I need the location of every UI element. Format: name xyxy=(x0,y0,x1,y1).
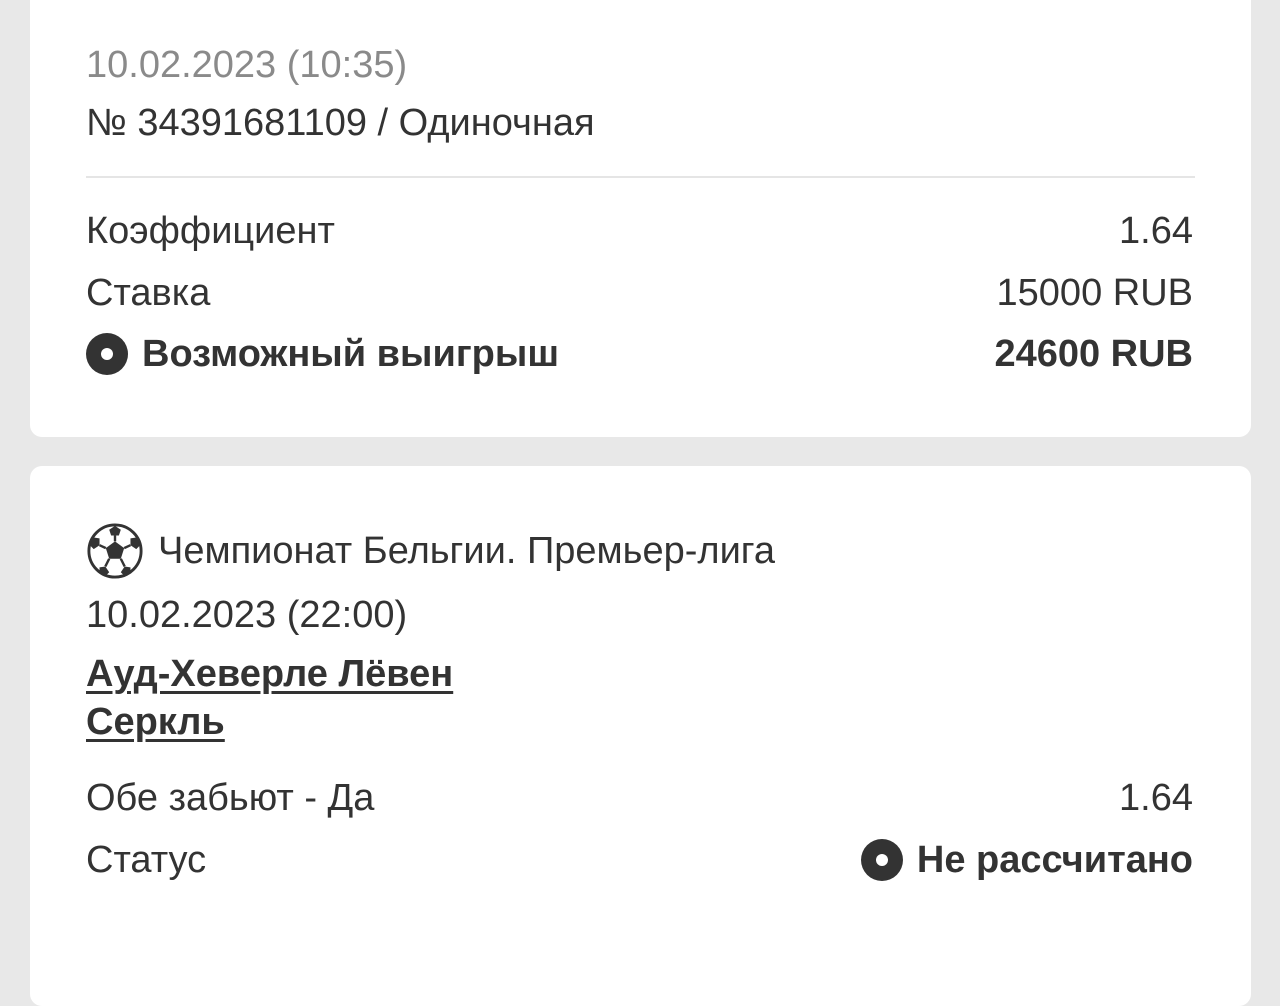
possible-win-label-group: Возможный выигрыш xyxy=(86,332,559,376)
outcome-value: 1.64 xyxy=(1119,777,1193,819)
team-home-link[interactable]: Ауд-Хеверле Лёвен xyxy=(86,653,453,695)
radio-dot-icon xyxy=(860,839,903,881)
bet-summary-card: 10.02.2023 (10:35) № 34391681109 / Одино… xyxy=(30,0,1251,437)
team-away-link-row: Серкль xyxy=(86,700,1193,744)
status-value: Не рассчитано xyxy=(916,839,1193,881)
coefficient-label: Коэффициент xyxy=(86,210,335,252)
stake-label: Ставка xyxy=(86,272,211,314)
stake-row: Ставка 15000 RUB xyxy=(86,271,1193,315)
possible-win-value: 24600 RUB xyxy=(994,333,1193,375)
soccer-ball-icon xyxy=(87,523,143,579)
coefficient-row: Коэффициент 1.64 xyxy=(86,209,1193,253)
possible-win-row: Возможный выигрыш 24600 RUB xyxy=(86,332,1193,376)
possible-win-label: Возможный выигрыш xyxy=(142,333,560,375)
event-card: Чемпионат Бельгии. Премьер-лига 10.02.20… xyxy=(30,466,1251,1006)
status-row: Статус Не рассчитано xyxy=(86,838,1193,882)
radio-dot-icon xyxy=(86,333,128,375)
status-label: Статус xyxy=(86,839,207,881)
outcome-row: Обе забьют - Да 1.64 xyxy=(86,776,1193,820)
bet-number: № 34391681109 / Одиночная xyxy=(86,102,595,144)
team-away-link[interactable]: Серкль xyxy=(86,701,225,743)
league-name: Чемпионат Бельгии. Премьер-лига xyxy=(158,530,775,572)
event-datetime: 10.02.2023 (22:00) xyxy=(86,594,408,636)
coefficient-value: 1.64 xyxy=(1119,210,1193,252)
league-row: Чемпионат Бельгии. Премьер-лига xyxy=(86,522,1193,580)
status-badge: Не рассчитано xyxy=(860,838,1193,882)
outcome-label: Обе забьют - Да xyxy=(86,777,375,819)
divider xyxy=(86,176,1195,178)
bet-datetime: 10.02.2023 (10:35) xyxy=(86,44,408,86)
team-home-link-row: Ауд-Хеверле Лёвен xyxy=(86,652,1193,696)
stake-value: 15000 RUB xyxy=(996,272,1193,314)
